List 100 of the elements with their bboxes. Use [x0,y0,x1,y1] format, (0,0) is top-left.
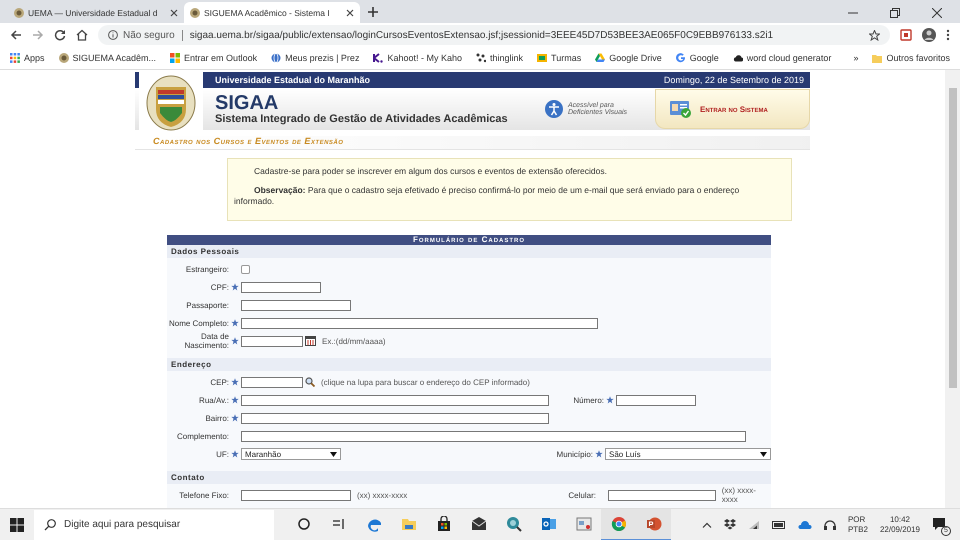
login-button[interactable]: Entrar no Sistema [655,89,810,129]
field-label: Número: [572,396,604,404]
outlook-icon [540,516,556,532]
extension-icon[interactable] [900,29,912,41]
crest-icon [14,8,24,18]
bookmark-link[interactable]: thinglink [490,53,524,63]
field-label: Rua/Av.: [198,396,229,404]
input-field[interactable] [241,412,549,424]
battery-icon[interactable] [772,520,786,528]
section-heading: Endereço [167,358,771,371]
field-label: Complemento: [176,432,229,440]
form-title: Formulário de Cadastro [167,235,771,245]
close-icon[interactable] [346,8,354,16]
field-label: Nome Completo: [168,318,229,328]
section-heading: Contato [167,471,771,484]
home-icon[interactable] [76,29,88,41]
address-bar[interactable]: Não seguro sigaa.uema.br/sigaa/public/extensao/loginCursosEventosExtensao.jsf;jsessionid=3EEE45D7D53BEE3AE065F0C9EBB976133.s2i1 [98,25,890,45]
bookmark-link[interactable]: Meus prezis | Prez [285,53,360,63]
close-icon[interactable] [170,8,178,16]
chevron-up-icon[interactable] [702,522,712,528]
field-label: Bairro: [204,414,229,422]
browser-tab[interactable]: UEMA — Universidade Estadual d [8,2,184,23]
scrollbar[interactable] [945,70,960,508]
select-field[interactable]: Maranhão [241,448,341,460]
input-field[interactable] [616,394,696,406]
input-field[interactable] [241,394,549,406]
accessibility-icon[interactable] [545,100,563,118]
new-tab-icon[interactable] [368,7,378,17]
input-field[interactable] [241,376,303,388]
bookmark-link[interactable]: Google Drive [609,53,662,63]
select-field[interactable]: São Luís [605,448,771,460]
page-subtitle: Cadastro nos Cursos e Eventos de Extensão [135,136,810,150]
section-heading: Dados Pessoais [167,245,771,258]
input-field[interactable] [608,490,716,500]
restore-icon[interactable] [890,8,900,18]
notice-text: Observação: Para que o cadastro seja efetivado é preciso confirmá-lo por meio de um e-mail que será enviado para o endereço informado. [234,185,740,207]
security-label: Não seguro [123,30,175,40]
field-label: UF: [215,450,229,458]
clock-date[interactable]: 22/09/2019 [880,524,920,534]
clock-time[interactable]: 10:42 [890,514,910,524]
dropdown-icon[interactable] [760,452,767,456]
input-field[interactable] [241,282,321,292]
circle-icon[interactable] [298,518,310,530]
university-name: Universidade Estadual do Maranhão [215,75,370,85]
search-icon[interactable] [305,377,315,387]
classroom-icon[interactable] [537,53,548,63]
bookmark-link[interactable]: Entrar em Outlook [184,53,258,63]
back-icon[interactable] [10,29,22,41]
date-text: Domingo, 22 de Setembro de 2019 [664,75,804,85]
dots-icon[interactable] [476,53,486,63]
input-field[interactable] [241,300,351,310]
drive-icon[interactable] [595,53,606,63]
k-icon[interactable] [373,53,384,63]
window-icon [576,516,592,532]
bookmark-link[interactable]: Kahoot! - My Kaho [387,53,462,63]
headset-icon[interactable] [824,520,836,530]
bookmark-link[interactable]: word cloud generator [746,53,832,63]
message-icon [932,516,946,530]
reload-icon[interactable] [54,29,66,41]
calendar-icon[interactable] [305,336,316,346]
wifi-icon[interactable] [748,520,760,530]
task-view-icon[interactable] [332,518,344,530]
field-label: Estrangeiro: [184,264,229,274]
id-card-icon[interactable] [670,99,692,119]
checkbox[interactable] [241,264,250,274]
crest-icon [190,8,200,18]
cloud-icon[interactable] [732,53,743,63]
format-hint: (xx) xxxx-xxxx [357,490,408,500]
more-bookmarks-button[interactable]: » [853,53,858,63]
language-indicator[interactable]: POR PTB2 [848,514,868,534]
input-field[interactable] [241,430,746,442]
presentation-icon [646,516,662,532]
input-field[interactable] [241,336,303,346]
g-icon[interactable] [676,53,686,63]
field-label: Data de Nascimento: [184,332,229,350]
star-icon[interactable] [869,30,880,40]
apps-icon[interactable] [10,53,20,63]
field-label: CPF: [210,282,229,292]
bookmark-link[interactable]: Apps [24,53,45,63]
bookmark-link[interactable]: Turmas [551,53,582,63]
format-hint: Ex.:(dd/mm/aaaa) [322,336,386,346]
field-label: Município: [556,450,593,458]
crest-icon[interactable] [58,53,69,63]
field-label: CEP: [209,378,229,386]
windows-icon[interactable] [10,518,24,532]
taskbar-search-field[interactable]: Digite aqui para pesquisar [34,510,274,540]
bookmark-link[interactable]: Google [690,53,719,63]
system-name: SIGAA [215,93,280,113]
close-icon[interactable] [932,8,942,18]
menu-icon[interactable] [946,29,950,41]
info-icon[interactable] [108,30,118,40]
dropbox-icon[interactable] [724,519,736,530]
browser-tab[interactable]: SIGUEMA Acadêmico - Sistema I [184,2,360,23]
avatar-icon[interactable] [922,28,936,42]
bookmark-link[interactable]: Outros favoritos [886,53,950,63]
bookmark-link[interactable]: SIGUEMA Acadêm... [72,53,156,63]
dropdown-icon[interactable] [330,452,337,456]
input-field[interactable] [241,490,351,500]
field-label: Celular: [567,490,596,500]
input-field[interactable] [241,318,598,328]
